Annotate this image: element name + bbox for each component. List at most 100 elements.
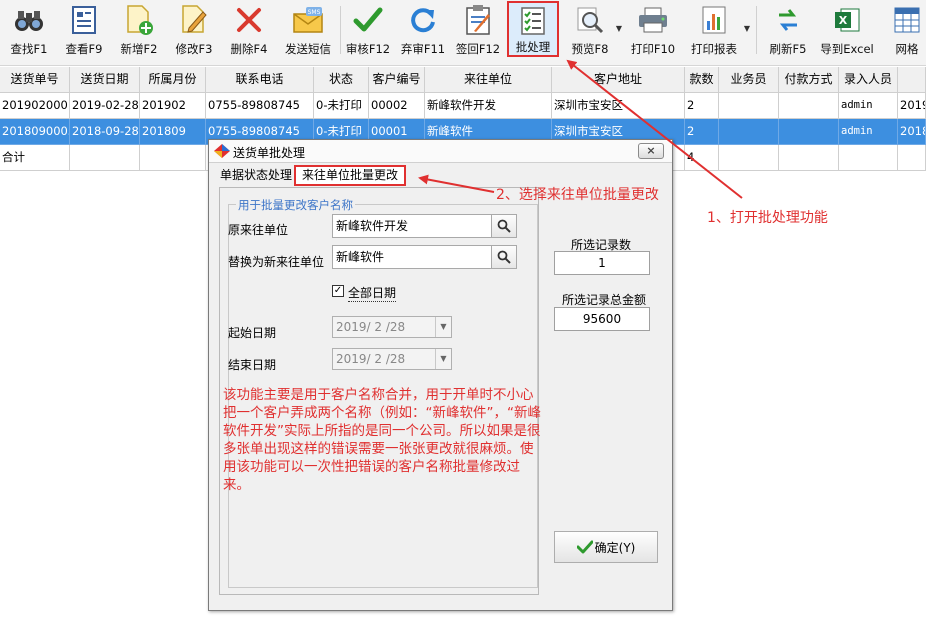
column-header[interactable]: 付款方式 — [779, 67, 839, 93]
column-header[interactable] — [898, 67, 926, 93]
new-customer-field[interactable]: 新峰软件 — [332, 245, 492, 269]
confirm-button[interactable]: 确定(Y) — [554, 531, 658, 563]
cell-entry-time: 2019. — [898, 93, 926, 119]
send-sms-label: 发送短信 — [285, 42, 331, 56]
cell-customer: 新峰软件开发 — [425, 93, 552, 119]
unapprove-label: 弃审F11 — [400, 42, 446, 56]
dialog-title-bar[interactable]: 送货单批处理 × — [209, 140, 672, 163]
grid-label: 网格 — [895, 42, 919, 56]
cell-payment — [779, 119, 839, 145]
all-dates-checkbox[interactable]: ✓ — [332, 285, 344, 297]
chevron-down-icon[interactable]: ▼ — [435, 317, 451, 337]
new-button[interactable]: 新增F2 — [114, 2, 164, 62]
total-cell — [779, 145, 839, 171]
delete-button[interactable]: 删除F4 — [226, 2, 272, 62]
sign-back-button[interactable]: 签回F12 — [454, 2, 502, 62]
check-icon — [576, 540, 593, 554]
orig-customer-field[interactable]: 新峰软件开发 — [332, 214, 492, 238]
column-header[interactable]: 来往单位 — [425, 67, 552, 93]
selected-count-field: 1 — [554, 251, 650, 275]
printer-icon — [636, 3, 670, 37]
total-cell — [719, 145, 779, 171]
cell-address: 深圳市宝安区 — [552, 93, 685, 119]
total-cell — [140, 145, 206, 171]
binoculars-icon — [12, 3, 46, 37]
start-date-value: 2019/ 2 /28 — [336, 320, 406, 334]
batch-process-button[interactable]: 批处理 — [507, 1, 559, 57]
step2-annotation: 2、选择来往单位批量更改 — [496, 187, 659, 203]
preview-label: 预览F8 — [571, 42, 609, 56]
view-button[interactable]: 查看F9 — [60, 2, 108, 62]
orig-customer-label: 原来往单位 — [228, 223, 289, 237]
selected-amount-label: 所选记录总金额 — [561, 293, 646, 307]
sms-envelope-icon: SMS — [291, 3, 325, 37]
total-count: 4 — [685, 145, 719, 171]
cell-delivery-no: 2018090003 — [0, 119, 70, 145]
column-header[interactable]: 状态 — [314, 67, 369, 93]
cell-entered-by: admin — [839, 93, 898, 119]
tab-status-processing[interactable]: 单据状态处理 — [214, 165, 298, 186]
column-header[interactable]: 所属月份 — [140, 67, 206, 93]
svg-text:X: X — [839, 14, 848, 27]
column-header[interactable]: 录入人员 — [839, 67, 898, 93]
all-dates-label[interactable]: 全部日期 — [348, 284, 397, 302]
delete-x-icon — [232, 3, 266, 37]
table-row[interactable]: 2019020001 2019-02-28 201902 0755-898087… — [0, 93, 926, 119]
cell-delivery-date: 2019-02-28 — [70, 93, 140, 119]
print-label: 打印F10 — [630, 42, 676, 56]
preview-dropdown-caret-icon[interactable]: ▼ — [616, 24, 622, 33]
edit-pencil-icon — [177, 3, 211, 37]
cell-entry-time: 2018. — [898, 119, 926, 145]
column-header[interactable]: 送货日期 — [70, 67, 140, 93]
cell-entered-by: admin — [839, 119, 898, 145]
cell-customer-code: 00002 — [369, 93, 425, 119]
end-date-picker[interactable]: 2019/ 2 /28 ▼ — [332, 348, 452, 370]
start-date-picker[interactable]: 2019/ 2 /28 ▼ — [332, 316, 452, 338]
print-button[interactable]: 打印F10 — [628, 2, 678, 62]
preview-button[interactable]: 预览F8 ▼ — [568, 2, 622, 62]
find-label: 查找F1 — [10, 42, 48, 56]
find-button[interactable]: 查找F1 — [6, 2, 52, 62]
undo-refresh-icon — [406, 3, 440, 37]
new-document-icon — [122, 3, 156, 37]
close-button[interactable]: × — [638, 143, 664, 159]
total-cell — [839, 145, 898, 171]
close-icon: × — [646, 144, 656, 157]
step1-annotation: 1、打开批处理功能 — [707, 210, 828, 226]
preview-magnifier-icon — [573, 3, 607, 37]
grid-icon — [890, 3, 924, 37]
report-chart-icon — [697, 3, 731, 37]
tab-batch-customer-change[interactable]: 来往单位批量更改 — [294, 165, 407, 186]
column-header[interactable]: 客户地址 — [552, 67, 685, 93]
cell-count: 2 — [685, 93, 719, 119]
new-customer-label: 替换为新来往单位 — [228, 255, 325, 269]
export-excel-button[interactable]: X 导到Excel — [818, 2, 876, 62]
cell-phone: 0755-89808745 — [206, 93, 314, 119]
document-view-icon — [67, 3, 101, 37]
group-title: 用于批量更改客户名称 — [236, 197, 355, 213]
new-customer-search-button[interactable] — [491, 245, 517, 269]
batch-process-label: 批处理 — [515, 40, 551, 54]
batch-list-icon — [516, 4, 550, 37]
column-header[interactable]: 送货单号 — [0, 67, 70, 93]
refresh-button[interactable]: 刷新F5 — [766, 2, 810, 62]
approve-button[interactable]: 审核F12 — [344, 2, 392, 62]
orig-customer-search-button[interactable] — [491, 214, 517, 238]
cell-salesperson — [719, 119, 779, 145]
column-header[interactable]: 业务员 — [719, 67, 779, 93]
grid-button[interactable]: 网格 — [888, 2, 926, 62]
column-header[interactable]: 客户编号 — [369, 67, 425, 93]
batch-process-dialog: 送货单批处理 × 单据状态处理 来往单位批量更改 用于批量更改客户名称 原来往单… — [208, 139, 673, 611]
edit-label: 修改F3 — [175, 42, 213, 56]
unapprove-button[interactable]: 弃审F11 — [398, 2, 448, 62]
send-sms-button[interactable]: SMS 发送短信 — [280, 2, 336, 62]
search-icon — [497, 250, 511, 264]
chevron-down-icon[interactable]: ▼ — [435, 349, 451, 369]
report-dropdown-caret-icon[interactable]: ▼ — [744, 24, 750, 33]
edit-button[interactable]: 修改F3 — [170, 2, 218, 62]
column-header[interactable]: 联系电话 — [206, 67, 314, 93]
cell-count: 2 — [685, 119, 719, 145]
print-report-button[interactable]: 打印报表 ▼ — [688, 2, 750, 62]
column-header[interactable]: 款数 — [685, 67, 719, 93]
export-excel-label: 导到Excel — [820, 42, 874, 56]
